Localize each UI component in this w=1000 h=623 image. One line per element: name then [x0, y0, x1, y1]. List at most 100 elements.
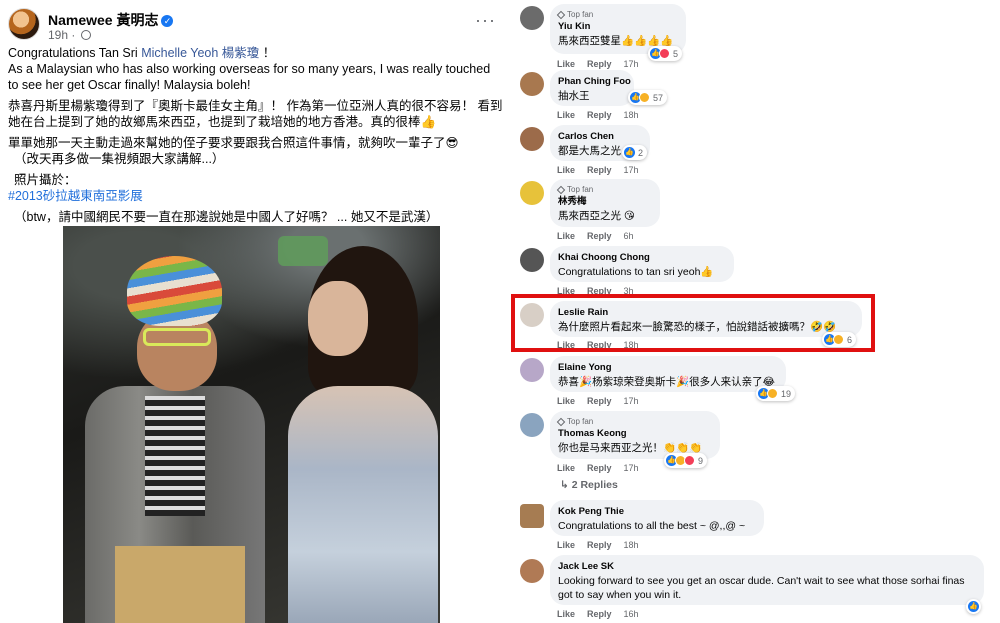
avatar[interactable] [520, 413, 544, 437]
comment-text: 恭喜🎉杨紫琼荣登奥斯卡🎉很多人来认亲了😂 [558, 376, 775, 388]
comment-time[interactable]: 17h [624, 396, 639, 406]
top-fan-icon [556, 417, 566, 426]
top-fan-badge: Top fan [556, 9, 676, 20]
reaction-summary[interactable]: 👍 9 [664, 453, 708, 468]
replies-label[interactable]: 2 Replies [572, 479, 618, 491]
author-name[interactable]: Namewee 黃明志 ✓ [48, 10, 174, 30]
top-fan-label: Top fan [567, 185, 594, 194]
reply-button[interactable]: Reply [587, 59, 612, 69]
like-button[interactable]: Like [557, 609, 575, 619]
comment-actions: Like Reply 17h [557, 463, 639, 473]
avatar[interactable] [520, 72, 544, 96]
author-name-text[interactable]: Namewee 黃明志 [48, 12, 158, 28]
haha-reaction-icon [639, 92, 650, 103]
globe-icon [80, 30, 91, 40]
commenter-name[interactable]: Thomas Keong [558, 427, 710, 441]
post-line-congrats: Congratulations Tan Sri Michelle Yeoh 楊紫… [8, 45, 503, 61]
photo-person-left [85, 256, 265, 623]
reply-button[interactable]: Reply [587, 396, 612, 406]
like-button[interactable]: Like [557, 231, 575, 241]
post-line-chinese-3: （改天再多做一集視頻跟大家講解...） [14, 152, 225, 166]
top-fan-icon [556, 185, 566, 194]
post-line-chinese-1: 恭喜丹斯里楊紫瓊得到了『奧斯卡最佳女主角』！ 作為第一位亞洲人真的很不容易！ 看… [8, 99, 503, 129]
reaction-count: 9 [698, 455, 704, 466]
post-time[interactable]: 19h [48, 28, 68, 42]
comment-actions: Like Reply 18h [557, 540, 639, 550]
comment-actions: Like Reply 17h [557, 59, 639, 69]
hashtag-link[interactable]: #2013砂拉越東南亞影展 [8, 188, 503, 204]
like-reaction-icon: 👍 [624, 147, 635, 158]
post: Namewee 黃明志 ✓ 19h · ··· Congratulations T… [0, 0, 505, 623]
comment-actions: Like Reply 18h [557, 110, 639, 120]
commenter-name[interactable]: Yiu Kin [558, 20, 676, 34]
photo-person-right [278, 246, 438, 623]
love-reaction-icon [659, 48, 670, 59]
like-button[interactable]: Like [557, 110, 575, 120]
commenter-name[interactable]: Carlos Chen [558, 130, 640, 144]
post-photo[interactable] [63, 226, 440, 623]
reaction-count: 2 [638, 147, 644, 158]
post-text: Congratulations Tan Sri Michelle Yeoh 楊紫… [8, 45, 503, 225]
comment-bubble: Khai Choong Chong Congratulations to tan… [550, 246, 734, 282]
commenter-name[interactable]: Phan Ching Foo [558, 75, 631, 89]
michelle-yeoh-link[interactable]: Michelle Yeoh 楊紫瓊 [141, 46, 259, 60]
congrats-prefix: Congratulations Tan Sri [8, 46, 142, 60]
reaction-summary[interactable]: 👍 2 [622, 145, 648, 160]
comment-time[interactable]: 18h [624, 540, 639, 550]
avatar[interactable] [520, 358, 544, 382]
avatar[interactable] [520, 127, 544, 151]
reply-button[interactable]: Reply [587, 463, 612, 473]
reaction-summary[interactable]: 👍 57 [628, 90, 668, 105]
comment-text: 馬來西亞之光 😘 [558, 210, 635, 222]
comment-text: 抽水王 [558, 90, 590, 102]
haha-reaction-icon [767, 388, 778, 399]
comment-time[interactable]: 6h [624, 231, 634, 241]
reaction-summary[interactable]: 👍 19 [756, 386, 796, 401]
reply-button[interactable]: Reply [587, 231, 612, 241]
comment-bubble: Top fan Thomas Keong 你也是马来西亚之光！👏👏👏 [550, 411, 720, 459]
author-avatar[interactable] [8, 8, 40, 40]
reaction-summary[interactable]: 👍 [966, 599, 981, 614]
commenter-name[interactable]: Khai Choong Chong [558, 251, 724, 265]
congrats-suffix: ！ [259, 46, 276, 60]
reply-button[interactable]: Reply [587, 110, 612, 120]
post-line-chinese-2: 單單她那一天主動走過來幫她的侄子要求要跟我合照這件事情，就夠吹一輩子了😎 [8, 136, 459, 150]
post-line-english: As a Malaysian who has also working over… [8, 62, 491, 92]
reply-button[interactable]: Reply [587, 609, 612, 619]
comment-time[interactable]: 17h [624, 59, 639, 69]
like-reaction-icon: 👍 [968, 601, 979, 612]
comment-text: Looking forward to see you get an oscar … [558, 575, 965, 601]
like-button[interactable]: Like [557, 59, 575, 69]
view-replies-button[interactable]: ↳ 2 Replies [560, 479, 618, 491]
reaction-summary[interactable]: 👍 5 [648, 46, 683, 61]
like-button[interactable]: Like [557, 463, 575, 473]
comment-bubble: Top fan 林秀梅 馬來西亞之光 😘 [550, 179, 660, 227]
like-button[interactable]: Like [557, 540, 575, 550]
avatar[interactable] [520, 504, 544, 528]
reply-button[interactable]: Reply [587, 165, 612, 175]
commenter-name[interactable]: Elaine Yong [558, 361, 776, 375]
comment-bubble: Jack Lee SK Looking forward to see you g… [550, 555, 984, 605]
top-fan-icon [556, 10, 566, 19]
comment-time[interactable]: 18h [624, 110, 639, 120]
reply-button[interactable]: Reply [587, 540, 612, 550]
commenter-name[interactable]: Kok Peng Thie [558, 505, 754, 519]
comment-bubble: Phan Ching Foo 抽水王 [550, 70, 634, 106]
comment-time[interactable]: 17h [624, 165, 639, 175]
commenter-name[interactable]: 林秀梅 [558, 195, 650, 209]
avatar[interactable] [520, 248, 544, 272]
avatar[interactable] [520, 6, 544, 30]
top-fan-badge: Top fan [556, 416, 710, 427]
comment-actions: Like Reply 17h [557, 165, 639, 175]
comment-bubble: Elaine Yong 恭喜🎉杨紫琼荣登奥斯卡🎉很多人来认亲了😂 [550, 356, 786, 392]
avatar[interactable] [520, 559, 544, 583]
like-button[interactable]: Like [557, 165, 575, 175]
avatar[interactable] [520, 181, 544, 205]
more-options-button[interactable]: ··· [475, 10, 496, 31]
reaction-count: 57 [653, 92, 664, 103]
love-reaction-icon [684, 455, 695, 466]
like-button[interactable]: Like [557, 396, 575, 406]
comment-time[interactable]: 16h [624, 609, 639, 619]
comment-time[interactable]: 17h [624, 463, 639, 473]
commenter-name[interactable]: Jack Lee SK [558, 560, 974, 574]
